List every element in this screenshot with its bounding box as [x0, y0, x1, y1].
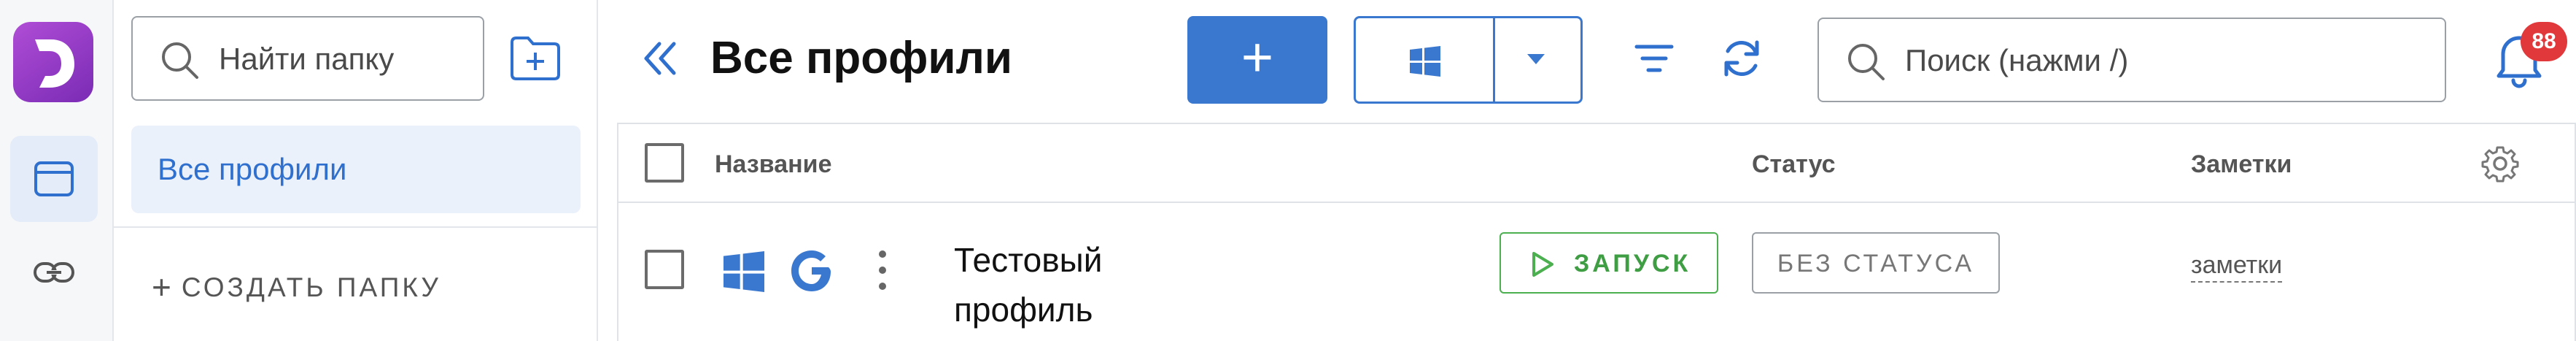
dot: [879, 250, 886, 258]
windows-icon: [1410, 46, 1440, 77]
status-badge[interactable]: БЕЗ СТАТУСА: [1752, 232, 2000, 294]
link-icon: [34, 262, 74, 283]
os-select-button[interactable]: [1354, 16, 1583, 104]
launch-button[interactable]: ЗАПУСК: [1500, 232, 1718, 294]
chevron-down-icon[interactable]: [1525, 52, 1547, 66]
refresh-button[interactable]: [1718, 35, 1765, 82]
column-header-status[interactable]: Статус: [1752, 150, 1836, 179]
double-chevron-left-icon: [644, 42, 676, 75]
plus-icon: +: [152, 268, 171, 306]
split-divider: [1493, 18, 1495, 101]
status-label: БЕЗ СТАТУСА: [1777, 250, 1975, 277]
google-icon: [791, 250, 831, 291]
filter-button[interactable]: [1632, 37, 1676, 80]
search-icon: [1848, 44, 1885, 80]
profile-name[interactable]: Тестовый профиль: [954, 235, 1246, 334]
row-more-menu-button[interactable]: [875, 247, 890, 298]
profile-search-box: [1817, 18, 2446, 102]
refresh-icon: [1724, 40, 1759, 77]
folder-plus-icon: [511, 37, 560, 80]
rail-profiles-button[interactable]: [10, 136, 98, 222]
table-row[interactable]: Тестовый профиль ЗАПУСК БЕЗ СТАТУСА заме…: [618, 203, 2575, 341]
column-header-notes[interactable]: Заметки: [2191, 150, 2292, 179]
collapse-sidebar-button[interactable]: [637, 37, 681, 80]
notifications-badge: 88: [2521, 22, 2567, 61]
row-checkbox[interactable]: [645, 250, 684, 289]
folder-search-input[interactable]: [219, 35, 467, 83]
table-header: Название Статус Заметки: [618, 124, 2575, 203]
folder-divider: [114, 226, 597, 228]
column-header-name[interactable]: Название: [715, 150, 832, 179]
windows-icon: [723, 251, 764, 292]
page-title: Все профили: [710, 33, 1013, 83]
search-icon: [162, 42, 198, 79]
notes-link[interactable]: заметки: [2191, 251, 2283, 283]
gear-icon[interactable]: [2481, 145, 2519, 183]
app-logo[interactable]: [13, 22, 93, 102]
profile-search-input[interactable]: [1905, 37, 2416, 85]
folder-item-label: Все профили: [158, 152, 347, 186]
add-profile-label: +: [1241, 26, 1274, 88]
add-profile-button[interactable]: +: [1187, 16, 1327, 104]
folders-panel: Все профили + СОЗДАТЬ ПАПКУ: [114, 0, 598, 341]
dot: [879, 283, 886, 290]
logo-d-icon: [35, 39, 74, 88]
play-icon: [1532, 252, 1553, 277]
add-folder-button[interactable]: [506, 31, 565, 88]
rail-links-button[interactable]: [10, 229, 98, 315]
launch-label: ЗАПУСК: [1574, 250, 1691, 277]
profiles-table: Название Статус Заметки Тестовый профиль: [617, 123, 2576, 341]
main-area: Все профили + Поиск (нажми /) 88 Названи…: [600, 0, 2576, 341]
select-all-checkbox[interactable]: [645, 143, 684, 183]
create-folder-button[interactable]: + СОЗДАТЬ ПАПКУ: [152, 267, 441, 307]
browser-window-icon: [34, 161, 74, 196]
icon-rail: [0, 0, 114, 341]
create-folder-label: СОЗДАТЬ ПАПКУ: [181, 272, 441, 302]
dot: [879, 267, 886, 274]
filter-icon: [1634, 45, 1674, 72]
folder-search-box: [131, 16, 484, 101]
folder-item-all-profiles[interactable]: Все профили: [131, 126, 581, 213]
